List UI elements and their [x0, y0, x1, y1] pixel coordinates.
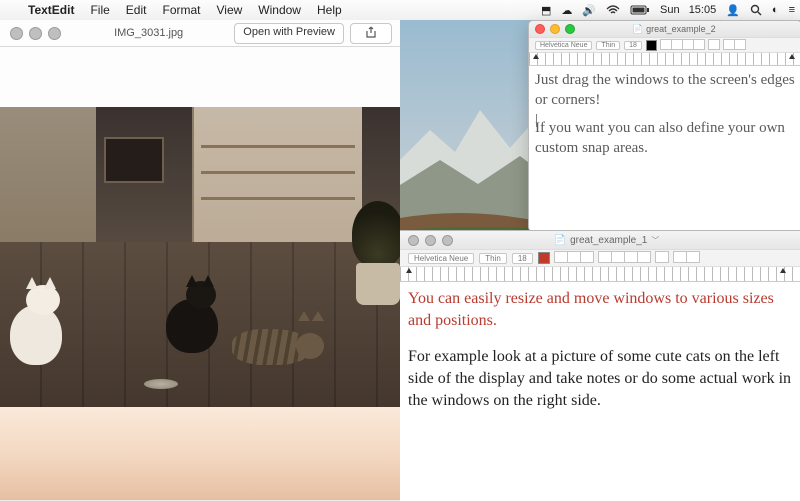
minimize-button[interactable] — [425, 235, 436, 246]
zoom-button[interactable] — [565, 24, 575, 34]
minimize-button[interactable] — [29, 27, 42, 40]
clock-time: 15:05 — [689, 4, 717, 16]
quicklook-filename: IMG_3031.jpg — [71, 27, 226, 39]
doc-icon: 📄 — [554, 235, 566, 246]
font-style-select[interactable]: Thin — [596, 41, 620, 50]
font-style-select[interactable]: Thin — [479, 253, 507, 264]
menu-window[interactable]: Window — [250, 3, 309, 17]
spotlight-icon[interactable] — [745, 4, 767, 16]
right-display: 📄 great_example_2 Helvetica Neue Thin 18… — [400, 20, 800, 500]
wifi-icon[interactable] — [601, 5, 625, 15]
dropbox-icon[interactable]: ⬒ — [536, 4, 556, 17]
zoom-button[interactable] — [48, 27, 61, 40]
quicklook-window: IMG_3031.jpg Open with Preview — [0, 20, 401, 500]
textedit-window-1: 📄 great_example_1 ﹀ Helvetica Neue Thin 18… — [400, 230, 800, 501]
close-button[interactable] — [535, 24, 545, 34]
te2-paragraph-1: Just drag the windows to the screen's ed… — [535, 70, 795, 110]
menu-view[interactable]: View — [209, 3, 251, 17]
text-color-swatch[interactable] — [538, 252, 550, 264]
cloud-icon[interactable]: ☁︎ — [556, 4, 577, 17]
style-buttons[interactable] — [555, 251, 594, 265]
battery-icon[interactable] — [625, 5, 655, 15]
user-icon[interactable]: 👤 — [721, 4, 745, 17]
te1-paragraph-1: You can easily resize and move windows t… — [408, 288, 792, 332]
clock[interactable]: Sun 15:05 — [655, 4, 721, 16]
menu-format[interactable]: Format — [154, 3, 208, 17]
font-size-select[interactable]: 18 — [512, 253, 533, 264]
font-size-select[interactable]: 18 — [624, 41, 642, 50]
close-button[interactable] — [10, 27, 23, 40]
textedit2-title: great_example_2 — [646, 24, 716, 34]
close-button[interactable] — [408, 235, 419, 246]
doc-icon: 📄 — [632, 24, 643, 34]
menubar: TextEdit File Edit Format View Window He… — [0, 0, 800, 21]
list-buttons[interactable] — [674, 251, 700, 265]
preview-image — [0, 107, 400, 407]
text-color-swatch[interactable] — [646, 40, 657, 51]
clock-day: Sun — [660, 4, 680, 16]
textedit2-ruler[interactable] — [529, 53, 800, 66]
control-center-icon[interactable]: ◐ — [767, 4, 784, 16]
textedit1-document[interactable]: You can easily resize and move windows t… — [400, 282, 800, 501]
quicklook-content — [0, 47, 400, 500]
textedit2-document[interactable]: Just drag the windows to the screen's ed… — [529, 66, 800, 231]
list-buttons[interactable] — [724, 39, 746, 52]
font-family-select[interactable]: Helvetica Neue — [408, 253, 474, 264]
textedit2-titlebar[interactable]: 📄 great_example_2 — [529, 21, 800, 37]
textedit-window-2: 📄 great_example_2 Helvetica Neue Thin 18… — [528, 20, 800, 232]
spacing-buttons[interactable] — [656, 251, 669, 265]
menu-file[interactable]: File — [82, 3, 117, 17]
share-button[interactable] — [350, 23, 392, 44]
textedit1-ruler[interactable] — [400, 267, 800, 282]
volume-icon[interactable]: 🔊 — [577, 4, 601, 17]
notification-center-icon[interactable]: ≡ — [784, 4, 800, 16]
zoom-button[interactable] — [442, 235, 453, 246]
spacing-buttons[interactable] — [709, 39, 720, 52]
te1-paragraph-2: For example look at a picture of some cu… — [408, 346, 792, 412]
te2-paragraph-2: If you want you can also define your own… — [535, 118, 795, 158]
chevron-down-icon[interactable]: ﹀ — [651, 235, 659, 246]
alignment-buttons[interactable] — [599, 251, 651, 265]
menu-edit[interactable]: Edit — [118, 3, 155, 17]
menu-help[interactable]: Help — [309, 3, 350, 17]
minimize-button[interactable] — [550, 24, 560, 34]
textedit2-toolbar: Helvetica Neue Thin 18 — [529, 37, 800, 53]
text-cursor: | — [535, 110, 795, 118]
window-traffic-lights — [0, 27, 71, 40]
textedit1-toolbar: Helvetica Neue Thin 18 — [400, 249, 800, 267]
open-with-preview-button[interactable]: Open with Preview — [234, 23, 344, 44]
quicklook-titlebar[interactable]: IMG_3031.jpg Open with Preview — [0, 20, 400, 47]
alignment-buttons[interactable] — [661, 39, 705, 52]
textedit1-titlebar[interactable]: 📄 great_example_1 ﹀ — [400, 231, 800, 249]
font-family-select[interactable]: Helvetica Neue — [535, 41, 592, 50]
textedit1-title: great_example_1 — [570, 235, 647, 246]
app-menu[interactable]: TextEdit — [20, 3, 82, 17]
